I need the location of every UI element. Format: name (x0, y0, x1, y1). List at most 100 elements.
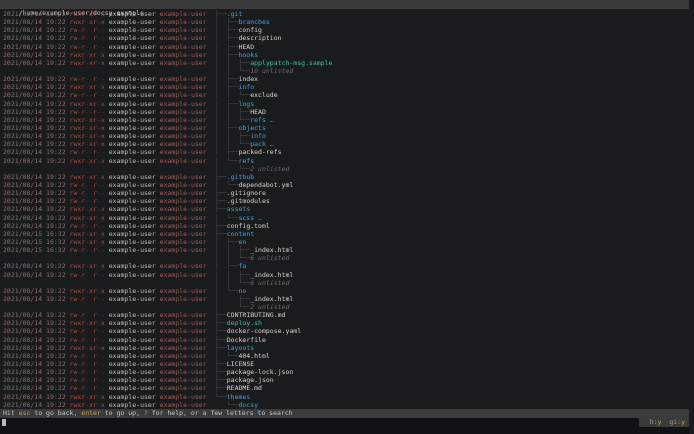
file-group: example-user (159, 189, 207, 198)
file-name: content (226, 229, 255, 238)
file-date: 2021/08/14 19:22 (3, 270, 66, 279)
file-group: example-user (159, 368, 207, 377)
file-name: branches (238, 18, 270, 27)
file-meta: 2021/08/14 19:22 rw-r--r-- example-user … (3, 26, 207, 34)
tree-row[interactable]: 2021/08/14 19:22 rw-r--r-- example-user … (0, 181, 694, 189)
tree-row[interactable]: 2021/08/14 19:22 rwxr-xr-x example-user … (0, 10, 694, 18)
file-permissions: rw-r--r-- (69, 107, 105, 116)
tree-row[interactable]: 2021/08/14 19:22 rw-r--r-- example-user … (0, 352, 694, 360)
tree-entry: ├──.github (215, 173, 254, 181)
file-name: _index.html (250, 246, 294, 255)
tree-row[interactable]: 2021/08/14 19:22 rw-r--r-- example-user … (0, 295, 694, 303)
tree-branch-lines: ├── (215, 327, 227, 336)
tree-row[interactable]: 2021/08/14 19:22 rwxr-xr-x example-user … (0, 51, 694, 59)
file-name: assets (226, 205, 251, 214)
file-group: example-user (159, 140, 207, 149)
file-meta: 2021/08/14 19:22 rw-r--r-- example-user … (3, 376, 207, 384)
tree-row[interactable]: 2021/08/14 19:22 rwxr-xr-x example-user … (0, 140, 694, 148)
tree-row[interactable]: 2021/08/15 16:32 rw-r--r-- example-user … (0, 246, 694, 254)
file-date: 2021/08/14 19:22 (3, 327, 66, 336)
tree-row[interactable]: 2021/08/14 19:22 rw-r--r-- example-user … (0, 360, 694, 368)
tree-row[interactable]: 2021/08/14 19:22 rw-r--r-- example-user … (0, 26, 694, 34)
file-name: objects (238, 123, 266, 132)
tree-row[interactable]: 2021/08/14 19:22 rw-r--r-- example-user … (0, 75, 694, 83)
tree-row[interactable]: 2021/08/14 19:22 rw-r--r-- example-user … (0, 91, 694, 99)
tree-row[interactable]: 2021/08/14 19:22 rwxr-xr-x example-user … (0, 287, 694, 295)
file-name: package-lock.json (226, 368, 294, 377)
tree-row[interactable]: 2021/08/14 19:22 rw-r--r-- example-user … (0, 43, 694, 51)
tree-entry: ├──docker-compose.yaml (215, 327, 301, 335)
status-text: to go up, (100, 409, 144, 417)
tree-row[interactable]: 2021/08/14 19:22 rw-r--r-- example-user … (0, 189, 694, 197)
tree-row[interactable]: │ └──2 unlisted (0, 165, 694, 173)
file-date: 2021/08/14 19:22 (3, 140, 66, 149)
tree-row[interactable]: 2021/08/14 19:22 rwxr-xr-x example-user … (0, 214, 694, 222)
tree-row[interactable]: 2021/08/14 19:22 rwxr-xr-x example-user … (0, 18, 694, 26)
tree-row[interactable]: 2021/08/14 19:22 rw-r--r-- example-user … (0, 336, 694, 344)
tree-entry: └──docsy (215, 401, 258, 409)
flag-value: y (681, 418, 685, 426)
tree-row[interactable]: 2021/08/14 19:22 rwxr-xr-x example-user … (0, 157, 694, 165)
file-owner: example-user (108, 189, 156, 198)
file-owner: example-user (108, 400, 156, 409)
file-meta: 2021/08/14 19:22 rw-r--r-- example-user … (3, 352, 207, 360)
tree-entry: ├──.git (215, 10, 242, 18)
tree-branch-lines: ├── (215, 368, 227, 377)
file-date: 2021/08/14 19:22 (3, 351, 66, 360)
tree-row[interactable]: 2021/08/14 19:22 rw-r--r-- example-user … (0, 327, 694, 335)
tree-row[interactable]: 2021/08/14 19:22 rw-r--r-- example-user … (0, 376, 694, 384)
tree-row[interactable]: │ └──2 unlisted (0, 303, 694, 311)
file-date: 2021/08/15 16:32 (3, 237, 66, 246)
tree-branch-lines: │ └── (215, 180, 239, 189)
tree-row[interactable]: 2021/08/14 19:22 rw-r--r-- example-user … (0, 148, 694, 156)
tree-row[interactable]: 2021/08/14 19:22 rw-r--r-- example-user … (0, 384, 694, 392)
file-name: logs (238, 99, 255, 108)
tree-branch-lines: │ ├── (215, 262, 239, 271)
file-owner: example-user (108, 42, 156, 51)
tree-row[interactable]: 2021/08/14 19:22 rw-r--r-- example-user … (0, 34, 694, 42)
file-date: 2021/08/14 19:22 (3, 392, 66, 401)
tree-row[interactable]: 2021/08/15 16:32 rwxr-xr-x example-user … (0, 230, 694, 238)
tree-row[interactable]: 2021/08/14 19:22 rwxr-xr-x example-user … (0, 132, 694, 140)
file-permissions: rwxr-xr-x (69, 10, 105, 18)
file-permissions: rwxr-xr-x (69, 229, 105, 238)
tree-row[interactable]: 2021/08/14 19:22 rwxr-xr-x example-user … (0, 59, 694, 67)
tree-row[interactable]: 2021/08/14 19:22 rwxr-xr-x example-user … (0, 319, 694, 327)
tree-row[interactable]: 2021/08/14 19:22 rw-r--r-- example-user … (0, 271, 694, 279)
file-date: 2021/08/14 19:22 (3, 58, 66, 67)
tree-row[interactable]: │ │ └──10 unlisted (0, 67, 694, 75)
file-group: example-user (159, 360, 207, 369)
tree-row[interactable]: │ │ └──6 unlisted (0, 279, 694, 287)
tree-row[interactable]: 2021/08/14 19:22 rw-r--r-- example-user … (0, 222, 694, 230)
tree-row[interactable]: 2021/08/14 19:22 rwxr-xr-x example-user … (0, 344, 694, 352)
tree-row[interactable]: 2021/08/14 19:22 rwxr-xr-x example-user … (0, 83, 694, 91)
tree-row[interactable]: 2021/08/15 16:32 rwxr-xr-x example-user … (0, 238, 694, 246)
tree-row[interactable]: 2021/08/14 19:22 rwxr-xr-x example-user … (0, 393, 694, 401)
search-input[interactable]: h:y gi:y (0, 418, 694, 434)
file-name: exclude (250, 91, 278, 100)
tree-row[interactable]: 2021/08/14 19:22 rw-r--r-- example-user … (0, 368, 694, 376)
tree-row[interactable]: 2021/08/14 19:22 rwxr-xr-x example-user … (0, 116, 694, 124)
file-group: example-user (159, 270, 207, 279)
tree-row[interactable]: 2021/08/14 19:22 rwxr-xr-x example-user … (0, 173, 694, 181)
tree-row[interactable]: 2021/08/14 19:22 rwxr-xr-x example-user … (0, 100, 694, 108)
file-date: 2021/08/14 19:22 (3, 286, 66, 295)
file-permissions: rwxr-xr-x (69, 319, 105, 328)
tree-row[interactable]: 2021/08/14 19:22 rwxr-xr-x example-user … (0, 401, 694, 409)
file-group: example-user (159, 392, 207, 401)
file-date: 2021/08/14 19:22 (3, 221, 66, 230)
file-owner: example-user (108, 343, 156, 352)
file-name: .git (226, 10, 243, 18)
root-path-bar[interactable]: /home/example-user/docsy-example (0, 0, 689, 17)
tree-row[interactable]: 2021/08/14 19:22 rwxr-xr-x example-user … (0, 262, 694, 270)
file-name: description (238, 34, 282, 43)
file-meta: 2021/08/14 19:22 rw-r--r-- example-user … (3, 222, 207, 230)
tree-row[interactable]: 2021/08/14 19:22 rwxr-xr-x example-user … (0, 124, 694, 132)
file-permissions: rw-r--r-- (69, 42, 105, 51)
tree-row[interactable]: 2021/08/14 19:22 rwxr-xr-x example-user … (0, 205, 694, 213)
tree-entry: │ ├──en (215, 238, 246, 246)
tree-row[interactable]: 2021/08/14 19:22 rw-r--r-- example-user … (0, 197, 694, 205)
tree-row[interactable]: │ │ └──6 unlisted (0, 254, 694, 262)
tree-row[interactable]: 2021/08/14 19:22 rw-r--r-- example-user … (0, 311, 694, 319)
tree-row[interactable]: 2021/08/14 19:22 rw-r--r-- example-user … (0, 108, 694, 116)
